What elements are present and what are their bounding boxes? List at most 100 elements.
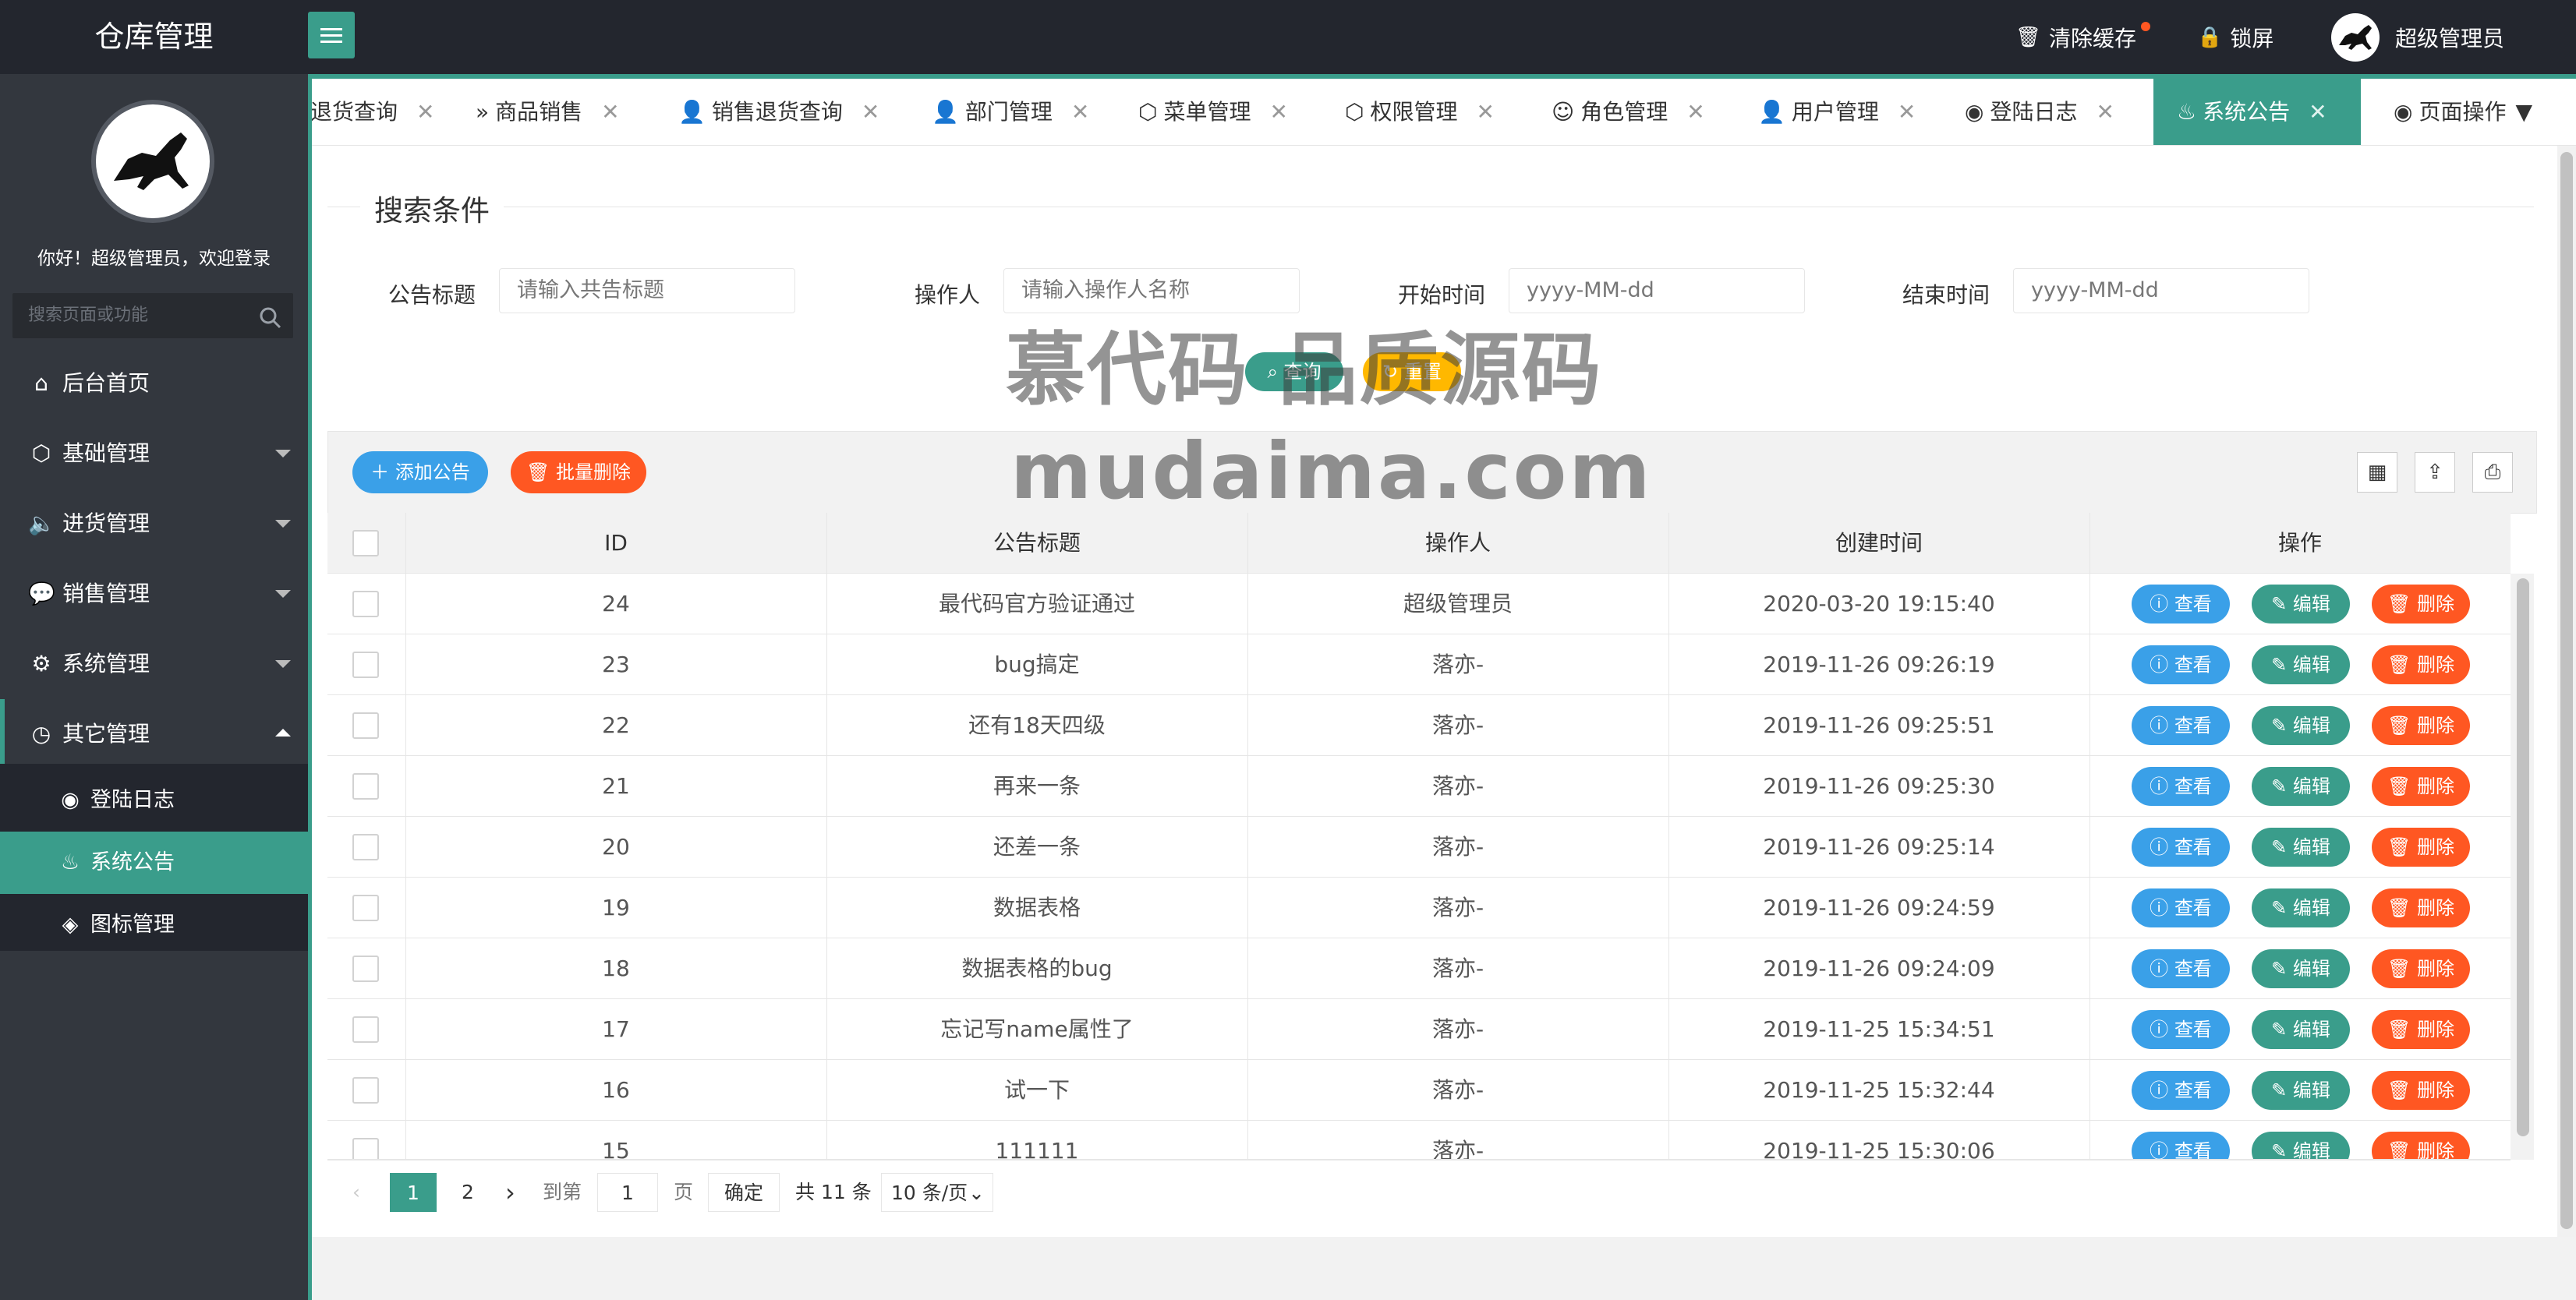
table-scrollbar-thumb[interactable] xyxy=(2517,578,2529,1136)
next-page-button[interactable]: › xyxy=(505,1173,515,1212)
delete-button[interactable]: 🗑 删除 xyxy=(2372,645,2470,684)
page-size-select[interactable]: 10 条/页 ⌄ xyxy=(881,1173,993,1212)
view-button[interactable]: ⓘ 查看 xyxy=(2132,1071,2230,1110)
edit-button[interactable]: ✎ 编辑 xyxy=(2252,585,2350,624)
end-time-input[interactable]: yyyy-MM-dd xyxy=(2013,268,2309,313)
close-icon[interactable]: ✕ xyxy=(1071,99,1089,125)
edit-button[interactable]: ✎ 编辑 xyxy=(2252,645,2350,684)
close-icon[interactable]: ✕ xyxy=(2096,99,2114,125)
close-icon[interactable]: ✕ xyxy=(1269,99,1287,125)
edit-button[interactable]: ✎ 编辑 xyxy=(2252,949,2350,988)
delete-button[interactable]: 🗑 删除 xyxy=(2372,706,2470,745)
sidebar-subitem-icons[interactable]: ◈ 图标管理 xyxy=(0,894,308,956)
row-checkbox[interactable] xyxy=(352,1016,379,1043)
sidebar-item-purchase[interactable]: 🔈 进货管理 xyxy=(0,489,308,559)
close-icon[interactable]: ✕ xyxy=(416,99,434,125)
delete-button[interactable]: 🗑 删除 xyxy=(2372,888,2470,927)
cell-id: 24 xyxy=(602,591,630,616)
view-button[interactable]: ⓘ 查看 xyxy=(2132,1132,2230,1159)
delete-button[interactable]: 🗑 删除 xyxy=(2372,585,2470,624)
delete-button[interactable]: 🗑 删除 xyxy=(2372,1132,2470,1159)
row-checkbox[interactable] xyxy=(352,773,379,800)
chevron-down-icon: ⌄ xyxy=(968,1182,985,1204)
delete-button[interactable]: 🗑 删除 xyxy=(2372,828,2470,867)
row-checkbox[interactable] xyxy=(352,895,379,921)
delete-button[interactable]: 🗑 删除 xyxy=(2372,949,2470,988)
tab-notice[interactable]: ♨ 系统公告 ✕ xyxy=(2153,79,2361,145)
tab-login-log[interactable]: ◉ 登陆日志 ✕ xyxy=(1957,79,2122,145)
delete-button[interactable]: 🗑 删除 xyxy=(2372,767,2470,806)
operator-input[interactable]: 请输入操作人名称 xyxy=(1003,268,1300,313)
export-button[interactable]: ⇪ xyxy=(2415,452,2455,493)
sidebar-item-home[interactable]: ⌂ 后台首页 xyxy=(0,348,308,419)
edit-button[interactable]: ✎ 编辑 xyxy=(2252,888,2350,927)
select-all-checkbox[interactable] xyxy=(352,530,379,556)
view-button[interactable]: ⓘ 查看 xyxy=(2132,706,2230,745)
sidebar-item-sales[interactable]: 💬 销售管理 xyxy=(0,559,308,629)
sidebar-subitem-notice[interactable]: ♨ 系统公告 xyxy=(0,832,308,894)
row-checkbox[interactable] xyxy=(352,1077,379,1104)
user-menu[interactable]: 超级管理员 xyxy=(2331,0,2504,74)
title-input[interactable]: 请输入共告标题 xyxy=(499,268,795,313)
view-button[interactable]: ⓘ 查看 xyxy=(2132,949,2230,988)
sidebar-subitem-login-log[interactable]: ◉ 登陆日志 xyxy=(0,769,308,832)
sidebar-toggle-button[interactable] xyxy=(308,12,355,58)
clear-cache-button[interactable]: 🗑 清除缓存 xyxy=(2015,0,2151,74)
edit-button[interactable]: ✎ 编辑 xyxy=(2252,828,2350,867)
sidebar-item-other[interactable]: ◷ 其它管理 xyxy=(0,699,308,769)
close-icon[interactable]: ✕ xyxy=(601,99,619,125)
sidebar-search-input[interactable]: 搜索页面或功能 xyxy=(12,293,293,338)
lock-screen-button[interactable]: 🔒 锁屏 xyxy=(2197,0,2273,74)
row-checkbox[interactable] xyxy=(352,956,379,982)
cell-created: 2019-11-25 15:34:51 xyxy=(1763,1016,1995,1042)
chevron-up-icon xyxy=(275,729,291,737)
page-1-button[interactable]: 1 xyxy=(390,1173,437,1212)
close-icon[interactable]: ✕ xyxy=(1476,99,1494,125)
row-checkbox[interactable] xyxy=(352,712,379,739)
view-button[interactable]: ⓘ 查看 xyxy=(2132,828,2230,867)
plus-icon: ＋ xyxy=(370,461,390,483)
row-checkbox[interactable] xyxy=(352,1138,379,1159)
edit-button[interactable]: ✎ 编辑 xyxy=(2252,767,2350,806)
delete-button[interactable]: 🗑 删除 xyxy=(2372,1010,2470,1049)
add-notice-button[interactable]: ＋ 添加公告 xyxy=(352,451,488,493)
pencil-icon: ✎ xyxy=(2271,1019,2288,1040)
edit-button[interactable]: ✎ 编辑 xyxy=(2252,706,2350,745)
print-button[interactable]: ⎙ xyxy=(2472,452,2513,493)
view-button[interactable]: ⓘ 查看 xyxy=(2132,645,2230,684)
tab-department[interactable]: 👤 部门管理 ✕ xyxy=(924,79,1097,145)
tab-return-query[interactable]: 退货查询 ✕ xyxy=(312,79,442,145)
tab-product-sales[interactable]: » 商品销售 ✕ xyxy=(468,79,628,145)
tab-role[interactable]: ☺ 角色管理 ✕ xyxy=(1544,79,1713,145)
view-button[interactable]: ⓘ 查看 xyxy=(2132,1010,2230,1049)
tab-menu[interactable]: ⬡ 菜单管理 ✕ xyxy=(1131,79,1296,145)
tab-permission[interactable]: ⬡ 权限管理 ✕ xyxy=(1337,79,1502,145)
close-icon[interactable]: ✕ xyxy=(2309,99,2327,125)
start-time-input[interactable]: yyyy-MM-dd xyxy=(1509,268,1805,313)
edit-button[interactable]: ✎ 编辑 xyxy=(2252,1071,2350,1110)
sidebar-item-basic[interactable]: ⬡ 基础管理 xyxy=(0,419,308,489)
page-scrollbar-thumb[interactable] xyxy=(2560,152,2573,1229)
page-2-button[interactable]: 2 xyxy=(452,1173,483,1212)
delete-button[interactable]: 🗑 删除 xyxy=(2372,1071,2470,1110)
edit-button[interactable]: ✎ 编辑 xyxy=(2252,1132,2350,1159)
tab-sales-return-query[interactable]: 👤 销售退货查询 ✕ xyxy=(671,79,887,145)
close-icon[interactable]: ✕ xyxy=(862,99,879,125)
view-button[interactable]: ⓘ 查看 xyxy=(2132,767,2230,806)
edit-button[interactable]: ✎ 编辑 xyxy=(2252,1010,2350,1049)
page-input[interactable]: 1 xyxy=(597,1173,658,1212)
sidebar-item-system[interactable]: ⚙ 系统管理 xyxy=(0,629,308,699)
prev-page-button[interactable]: ‹ xyxy=(352,1173,360,1212)
close-icon[interactable]: ✕ xyxy=(1898,99,1916,125)
tab-user[interactable]: 👤 用户管理 ✕ xyxy=(1750,79,1923,145)
row-checkbox[interactable] xyxy=(352,591,379,617)
batch-delete-button[interactable]: 🗑 批量删除 xyxy=(511,451,646,493)
page-operations-dropdown[interactable]: ◉ 页面操作 ▼ xyxy=(2386,79,2540,145)
goto-confirm-button[interactable]: 确定 xyxy=(708,1173,780,1212)
close-icon[interactable]: ✕ xyxy=(1686,99,1704,125)
view-button[interactable]: ⓘ 查看 xyxy=(2132,585,2230,624)
columns-filter-button[interactable]: ▦ xyxy=(2357,452,2397,493)
row-checkbox[interactable] xyxy=(352,652,379,678)
view-button[interactable]: ⓘ 查看 xyxy=(2132,888,2230,927)
row-checkbox[interactable] xyxy=(352,834,379,860)
